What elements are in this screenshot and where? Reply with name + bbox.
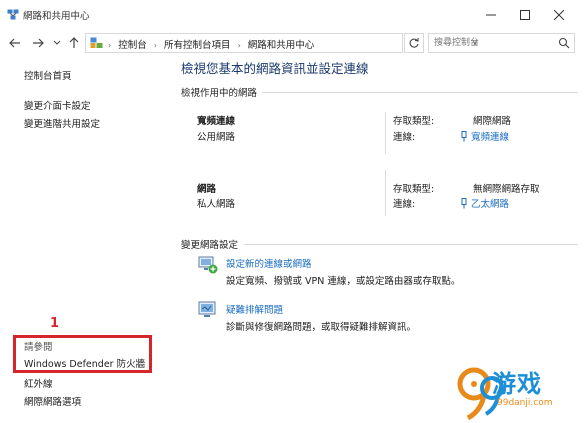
sidebar-item-change-advanced-sharing[interactable]: 變更進階共用設定 [24,116,100,130]
connection-link[interactable]: 乙太網路 [460,196,509,210]
watermark-url: 99danji.com [497,398,553,408]
network-center-icon [7,9,19,20]
task-description: 設定寬頻、撥號或 VPN 連線，或設定路由器或存取點。 [226,276,461,287]
close-icon [554,10,564,20]
sidebar-item-change-adapter-settings[interactable]: 變更介面卡設定 [24,98,91,112]
sidebar-item-infrared[interactable]: 紅外線 [24,376,53,390]
arrow-up-icon [69,37,79,48]
breadcrumb-item[interactable]: 網路和共用中心 [248,40,315,51]
highlight-box [13,335,152,373]
maximize-button[interactable] [508,0,542,30]
page-title: 檢視您基本的網路資訊並設定連線 [181,61,369,76]
title-bar: 網路和共用中心 [0,0,584,30]
breadcrumb: › 控制台 › 所有控制台項目 › 網路和共用中心 [108,37,318,51]
network-category[interactable]: 私人網路 [197,196,235,210]
search-icon[interactable] [558,37,570,49]
connection-link[interactable]: 寬頻連線 [460,129,509,143]
back-button[interactable] [6,34,24,52]
sidebar-item-internet-options[interactable]: 網際網路選項 [24,394,81,408]
forward-button[interactable] [29,34,47,52]
access-type-value: 無網際網路存取 [473,184,540,195]
arrow-left-icon [9,38,20,48]
change-settings-header: 變更網路設定 [181,240,239,251]
window-title: 網路和共用中心 [23,11,90,22]
sidebar-item-control-panel-home[interactable]: 控制台首頁 [24,68,72,82]
new-connection-icon [198,256,218,274]
watermark-text: 游戏 [492,370,542,398]
network-category[interactable]: 公用網路 [197,129,235,143]
arrow-right-icon [33,38,44,48]
maximize-icon [520,10,530,20]
section-divider [262,92,578,93]
search-box [428,33,575,53]
search-input[interactable] [429,34,554,52]
connection-icon [461,130,467,141]
section-divider [244,244,578,245]
column-divider [385,170,386,216]
access-type-label: 存取類型: [393,116,435,127]
troubleshoot-problems-link[interactable]: 疑難排解問題 [226,302,283,316]
task-description: 診斷與修復網路問題，或取得疑難排解資訊。 [226,322,417,333]
navigation-bar: › 控制台 › 所有控制台項目 › 網路和共用中心 ∨ [0,30,584,56]
network-name: 寬頻連線 [197,116,236,127]
control-panel-icon [90,37,103,48]
network-name: 網路 [197,184,217,195]
connections-label: 連線: [393,132,416,143]
connections-label: 連線: [393,199,416,210]
refresh-button[interactable] [404,33,424,53]
connection-name[interactable]: 寬頻連線 [471,129,509,143]
chevron-down-icon [53,40,61,45]
connection-name[interactable]: 乙太網路 [471,196,509,210]
connection-icon [461,197,467,208]
access-type-label: 存取類型: [393,184,435,195]
minimize-button[interactable] [474,0,508,30]
address-bar[interactable]: › 控制台 › 所有控制台項目 › 網路和共用中心 ∨ [85,33,478,53]
access-type-value: 網際網路 [473,116,512,127]
chevron-right-icon: › [237,41,241,50]
active-networks-header: 檢視作用中的網路 [181,88,258,99]
setup-new-connection-link[interactable]: 設定新的連線或網路 [226,256,312,270]
chevron-right-icon: › [108,41,112,50]
up-button[interactable] [65,34,83,52]
minimize-icon [486,14,496,16]
refresh-icon [409,38,419,48]
chevron-right-icon: › [153,41,157,50]
breadcrumb-item[interactable]: 所有控制台項目 [164,40,231,51]
column-divider [385,112,386,154]
recent-locations-button[interactable] [52,34,62,52]
breadcrumb-item[interactable]: 控制台 [118,40,147,51]
troubleshoot-icon [198,301,216,317]
close-button[interactable] [542,0,576,30]
annotation-marker: 1 [50,316,60,331]
